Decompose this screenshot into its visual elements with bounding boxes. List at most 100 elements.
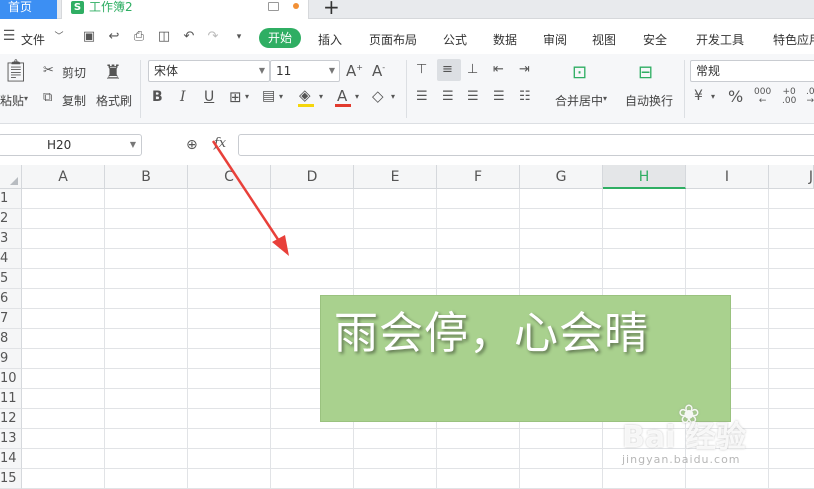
column-header-a[interactable]: A [22,165,105,189]
align-bottom-icon[interactable]: ⊥ [467,62,478,77]
menu-security[interactable]: 安全 [643,31,667,48]
menu-page-layout[interactable]: 页面布局 [369,31,417,48]
print-preview-icon[interactable]: ◫ [157,30,171,44]
border-icon[interactable]: ⊞ [229,88,242,106]
align-left-icon[interactable]: ☰ [416,89,428,104]
column-header-c[interactable]: C [188,165,271,189]
row-header-12[interactable]: 12 [0,409,22,429]
eraser-icon[interactable]: ◇ [372,87,384,105]
column-header-e[interactable]: E [354,165,437,189]
chevron-down-icon[interactable]: ▾ [279,92,283,101]
monitor-icon[interactable] [268,2,279,11]
insert-function-button[interactable]: fx [214,136,226,151]
increase-decimal-icon[interactable]: +0.00 [782,88,796,106]
chevron-down-icon[interactable]: ▾ [245,92,249,101]
print-icon[interactable]: ⎙ [132,30,146,44]
column-header-j[interactable]: J [769,165,814,189]
menu-formulas[interactable]: 公式 [443,31,467,48]
hamburger-menu-icon[interactable]: ☰ [2,29,16,43]
menu-review[interactable]: 审阅 [543,31,567,48]
column-header-i[interactable]: I [686,165,769,189]
format-painter-button[interactable]: 格式刷 [96,92,132,109]
align-center-icon[interactable]: ☰ [442,89,454,104]
number-format-value: 常规 [696,64,721,78]
column-header-b[interactable]: B [105,165,188,189]
font-size-select[interactable]: 11 ▼ [270,60,340,82]
increase-indent-icon[interactable]: ⇥ [519,62,530,77]
number-format-select[interactable]: 常规 [690,60,814,82]
align-top-icon[interactable]: ⊤ [416,62,427,77]
chevron-down-icon[interactable]: ▾ [603,94,607,103]
formula-input[interactable] [238,134,814,156]
row-header-1[interactable]: 1 [0,189,22,209]
menu-data[interactable]: 数据 [493,31,517,48]
row-header-14[interactable]: 14 [0,449,22,469]
row-header-15[interactable]: 15 [0,469,22,489]
distributed-align-icon[interactable]: ☷ [519,89,531,104]
align-right-icon[interactable]: ☰ [467,89,479,104]
chevron-down-icon[interactable]: ▾ [355,92,359,101]
font-color-button[interactable]: A [337,87,347,105]
redo-icon[interactable]: ↷ [206,30,220,44]
merge-center-button[interactable]: 合并居中 [555,92,603,109]
menu-view[interactable]: 视图 [592,31,616,48]
row-header-13[interactable]: 13 [0,429,22,449]
column-header-d[interactable]: D [271,165,354,189]
row-header-2[interactable]: 2 [0,209,22,229]
row-header-8[interactable]: 8 [0,329,22,349]
row-header-4[interactable]: 4 [0,249,22,269]
export-pdf-icon[interactable]: ↩ [107,30,121,44]
row-header-11[interactable]: 11 [0,389,22,409]
fill-color-icon[interactable]: ◈ [299,86,311,104]
customize-toolbar-icon[interactable]: ▾ [232,30,246,44]
paste-dropdown-icon[interactable]: ▾ [24,94,28,103]
wrap-text-button[interactable]: 自动换行 [625,92,673,109]
zoom-search-icon[interactable]: ⊕ [186,137,198,153]
thousands-separator-icon[interactable]: 000 ← [754,88,771,106]
decrease-decimal-icon[interactable]: .0 → [806,88,814,106]
menu-features[interactable]: 特色应用 [773,31,814,48]
align-middle-icon[interactable]: ≡ [442,62,453,77]
copy-button[interactable]: 复制 [62,92,86,109]
menu-developer[interactable]: 开发工具 [696,31,744,48]
row-header-9[interactable]: 9 [0,349,22,369]
new-tab-button[interactable]: + [323,0,340,17]
save-icon[interactable]: ▣ [82,30,96,44]
name-box[interactable]: H20 ▼ [0,134,142,156]
menu-file[interactable]: 文件 [21,31,45,48]
row-header-7[interactable]: 7 [0,309,22,329]
currency-icon[interactable]: ¥ [694,88,703,104]
chevron-down-icon[interactable]: ▾ [391,92,395,101]
paste-icon[interactable]: 📋︎ [2,60,30,84]
bold-button[interactable]: B [152,89,163,105]
italic-button[interactable]: I [180,89,186,105]
column-header-f[interactable]: F [437,165,520,189]
column-header-g[interactable]: G [520,165,603,189]
underline-button[interactable]: U [204,89,214,105]
tab-home[interactable]: 首页 [0,0,57,19]
row-header-3[interactable]: 3 [0,229,22,249]
menu-insert[interactable]: 插入 [318,31,342,48]
menu-start[interactable]: 开始 [259,28,301,48]
decrease-indent-icon[interactable]: ⇤ [493,62,504,77]
chevron-down-icon[interactable]: ▾ [319,92,323,101]
column-header-h[interactable]: H [603,165,686,189]
percent-button[interactable]: % [728,87,743,106]
row-header-5[interactable]: 5 [0,269,22,289]
chevron-down-icon[interactable]: ▾ [711,92,715,101]
font-name-select[interactable]: 宋体 ▼ [148,60,270,82]
undo-icon[interactable]: ↶ [182,30,196,44]
chevron-down-icon: ▼ [328,66,335,75]
increase-font-size-icon[interactable]: A+ [346,62,363,80]
cell-style-icon[interactable]: ▤ [262,88,275,104]
row-header-10[interactable]: 10 [0,369,22,389]
row-header-6[interactable]: 6 [0,289,22,309]
grid-line [22,248,814,249]
chevron-down-icon[interactable]: ﹀ [52,30,66,44]
justify-icon[interactable]: ☰ [493,89,505,104]
cut-button[interactable]: 剪切 [62,64,86,81]
tab-workbook[interactable]: S 工作簿2 [61,0,309,19]
select-all-corner[interactable] [0,165,22,189]
paste-button[interactable]: 粘贴 [0,92,24,109]
decrease-font-size-icon[interactable]: A- [372,62,385,80]
